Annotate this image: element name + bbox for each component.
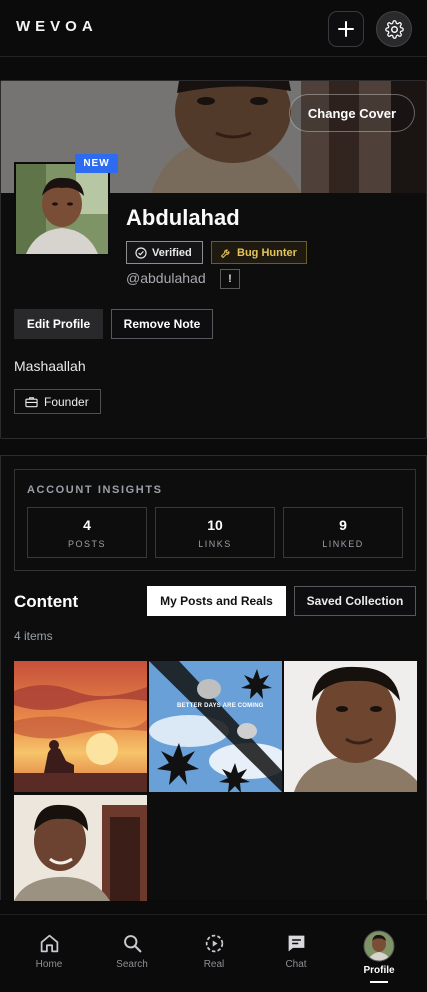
post-thumbnail[interactable]: BETTER DAYS ARE COMING (149, 661, 282, 792)
add-button[interactable] (328, 11, 364, 47)
briefcase-icon (25, 396, 38, 407)
tab-my-posts[interactable]: My Posts and Reals (147, 586, 286, 616)
nav-profile[interactable]: Profile (344, 930, 414, 983)
role-chip: Founder (14, 389, 101, 414)
content-section: ACCOUNT INSIGHTS 4 POSTS 10 LINKS 9 LINK… (0, 455, 427, 901)
stat-label: LINKED (322, 538, 364, 549)
stat-label: LINKS (198, 538, 232, 549)
settings-button[interactable] (376, 11, 412, 47)
stat-linked[interactable]: 9 LINKED (283, 507, 403, 558)
profile-bio: Mashaallah (14, 358, 86, 374)
home-icon (40, 934, 58, 953)
new-badge: NEW (75, 154, 118, 173)
verified-badge: Verified (126, 241, 203, 264)
app-logo[interactable]: WEVOA (16, 18, 98, 35)
search-icon (123, 935, 141, 953)
post-caption: BETTER DAYS ARE COMING (177, 703, 264, 709)
post-thumbnail[interactable] (14, 661, 147, 792)
change-cover-button[interactable]: Change Cover (289, 94, 415, 132)
stat-value: 10 (207, 516, 223, 533)
bottom-navigation: Home Search Real Chat Profile (0, 914, 427, 992)
stat-value: 9 (339, 516, 347, 533)
post-thumbnail[interactable] (14, 795, 147, 901)
chat-icon (288, 935, 304, 952)
verified-label: Verified (152, 246, 192, 259)
stat-label: POSTS (67, 538, 106, 549)
nav-search[interactable]: Search (97, 933, 167, 970)
nav-label: Real (203, 959, 225, 970)
post-thumbnail[interactable] (284, 661, 417, 792)
nav-home[interactable]: Home (14, 933, 84, 970)
nav-label: Chat (285, 959, 307, 970)
nav-chat[interactable]: Chat (261, 933, 331, 970)
tab-saved-collection[interactable]: Saved Collection (294, 586, 416, 616)
profile-handle: @abdulahad (126, 270, 206, 286)
bug-hunter-badge: Bug Hunter (211, 241, 307, 264)
stat-value: 4 (83, 516, 91, 533)
role-label: Founder (44, 394, 89, 409)
report-button[interactable]: ! (220, 269, 240, 289)
account-insights: ACCOUNT INSIGHTS 4 POSTS 10 LINKS 9 LINK… (14, 469, 416, 571)
active-indicator (370, 981, 388, 983)
portrait-door-image (14, 795, 147, 901)
content-heading: Content (14, 592, 79, 611)
edit-profile-button[interactable]: Edit Profile (14, 309, 103, 339)
nav-label: Profile (363, 965, 395, 976)
top-bar: WEVOA (0, 0, 427, 57)
nav-label: Home (35, 959, 63, 970)
profile-name: Abdulahad (126, 205, 240, 230)
profile-card: Change Cover NEW Abdulahad Verified Bug … (0, 80, 427, 439)
nav-real[interactable]: Real (179, 933, 249, 970)
stat-links[interactable]: 10 LINKS (155, 507, 275, 558)
check-circle-icon (135, 246, 147, 259)
gear-icon (384, 19, 404, 39)
wrench-icon (220, 249, 230, 258)
play-circle-icon (205, 934, 223, 953)
portrait-image (284, 661, 417, 792)
item-count: 4 items (14, 629, 53, 643)
nav-label: Search (116, 959, 148, 970)
sunset-image (14, 661, 147, 792)
avatar (363, 930, 395, 962)
stat-posts[interactable]: 4 POSTS (27, 507, 147, 558)
flowers-image (149, 661, 282, 792)
plus-icon (338, 21, 354, 37)
insights-title: ACCOUNT INSIGHTS (27, 484, 163, 496)
remove-note-button[interactable]: Remove Note (111, 309, 213, 339)
profile-avatar[interactable] (14, 162, 110, 256)
avatar-image (16, 164, 108, 254)
bug-hunter-label: Bug Hunter (237, 246, 297, 259)
